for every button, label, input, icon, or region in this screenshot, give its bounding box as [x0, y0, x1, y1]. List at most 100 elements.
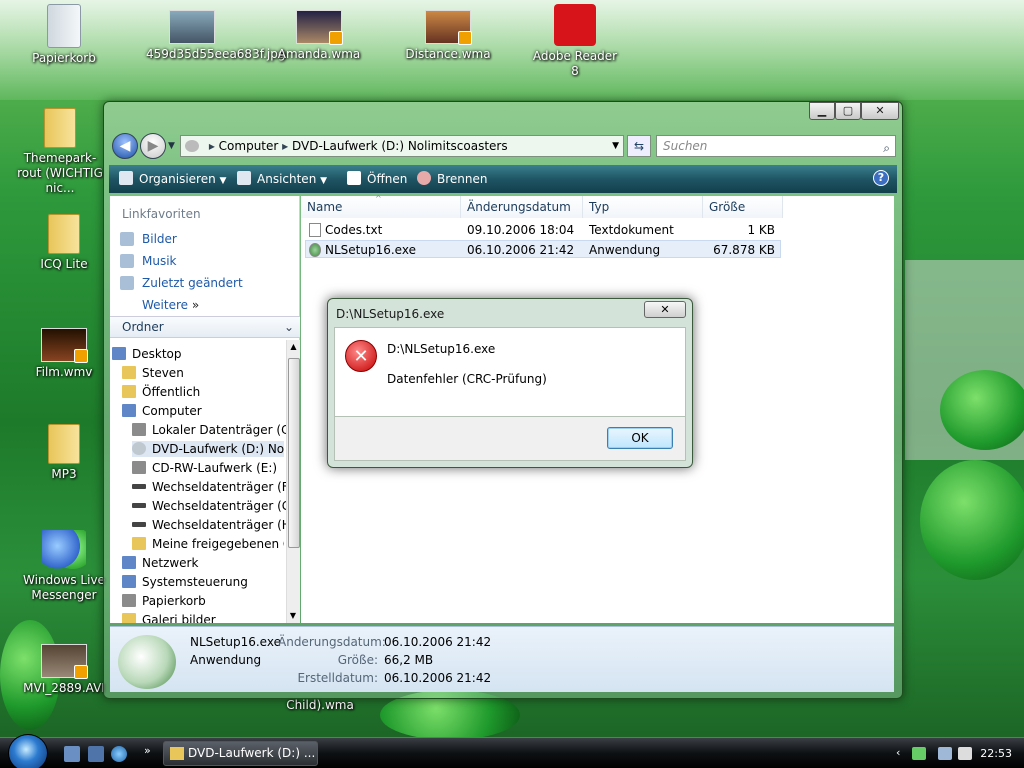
column-header-name[interactable]: Name ^ [301, 194, 461, 218]
maximize-button[interactable]: ▢ [835, 102, 861, 120]
image-thumbnail-icon [169, 10, 215, 44]
desktop-icon-label: Amanda.wma [277, 47, 361, 61]
folder-icon [48, 424, 80, 464]
tree-item-shared[interactable]: Meine freigegebenen Or [132, 536, 284, 552]
desktop-icon-mp3[interactable]: MP3 [19, 424, 109, 482]
forward-button[interactable]: ▶ [140, 133, 166, 159]
burn-button[interactable]: Brennen [417, 171, 487, 186]
column-header-label: Änderungsdatum [467, 200, 571, 214]
taskbar-button-explorer[interactable]: DVD-Laufwerk (D:) ... [163, 741, 318, 766]
background-creature [920, 460, 1024, 580]
clock[interactable]: 22:53 [980, 747, 1012, 760]
tree-item-computer[interactable]: Computer [122, 403, 202, 419]
start-button[interactable] [8, 734, 48, 768]
safely-remove-icon[interactable] [912, 747, 926, 760]
computer-icon [185, 140, 199, 152]
tree-item-netzwerk[interactable]: Netzwerk [122, 555, 198, 571]
fav-link-label: Musik [142, 254, 177, 268]
tree-item-drive-h[interactable]: Wechseldatenträger (H:) [132, 517, 300, 533]
desktop-icon-distance[interactable]: Distance.wma [403, 4, 493, 62]
organize-icon [119, 171, 133, 185]
recent-pages-dropdown[interactable]: ▼ [168, 141, 175, 151]
file-row[interactable]: NLSetup16.exe 06.10.2006 21:42 Anwendung… [305, 240, 781, 258]
quick-launch-expand-icon[interactable]: » [144, 744, 151, 757]
tree-item-label: Steven [142, 366, 184, 380]
folder-icon [44, 108, 76, 148]
desktop-icon-child-wma[interactable]: Child).wma [275, 698, 365, 713]
search-input[interactable]: Suchen ⌕ [656, 135, 896, 157]
views-button[interactable]: Ansichten ▼ [237, 171, 327, 186]
desktop-icon-jpg[interactable]: 459d35d55eea683f.jpg [146, 4, 285, 62]
breadcrumb-dvd-drive[interactable]: DVD-Laufwerk (D:) Nolimitscoasters [292, 139, 508, 153]
tree-item-galeri[interactable]: Galeri bilder [122, 612, 216, 623]
removable-drive-icon [132, 484, 146, 489]
desktop-icon-amanda[interactable]: Amanda.wma [274, 4, 364, 62]
address-dropdown-icon[interactable]: ▼ [612, 136, 619, 156]
dialog-close-button[interactable]: ✕ [644, 301, 686, 318]
fav-link-weitere[interactable]: Weitere » [142, 298, 199, 312]
scroll-up-arrow-icon[interactable]: ▲ [287, 340, 300, 354]
network-status-icon[interactable] [938, 747, 952, 760]
address-bar[interactable]: ▸ Computer ▸ DVD-Laufwerk (D:) Nolimitsc… [180, 135, 624, 157]
file-name-cell: Codes.txt [309, 221, 382, 239]
internet-explorer-icon[interactable] [111, 746, 127, 762]
details-size: 66,2 MB [384, 653, 434, 667]
file-name: NLSetup16.exe [325, 243, 416, 257]
file-name-cell: NLSetup16.exe [309, 241, 416, 259]
desktop-icon-messenger[interactable]: Windows Live Messenger [19, 530, 109, 603]
fav-link-label: Bilder [142, 232, 177, 246]
file-row[interactable]: Codes.txt 09.10.2006 18:04 Textdokument … [305, 221, 781, 239]
desktop-icon-mvi[interactable]: MVI_2889.AVI [19, 638, 109, 696]
details-created: 06.10.2006 21:42 [384, 671, 492, 685]
tree-item-systemsteuerung[interactable]: Systemsteuerung [122, 574, 248, 590]
file-size: 1 KB [747, 223, 775, 237]
tree-item-papierkorb[interactable]: Papierkorb [122, 593, 206, 609]
back-button[interactable]: ◀ [112, 133, 138, 159]
column-header-size[interactable]: Größe [703, 196, 783, 218]
tree-item-drive-g[interactable]: Wechseldatenträger (G:) [132, 498, 300, 514]
column-header-date[interactable]: Änderungsdatum [461, 196, 583, 218]
scroll-down-arrow-icon[interactable]: ▼ [287, 609, 299, 623]
desktop-icon-themepark[interactable]: Themepark-rout (WICHTIG nic... [15, 108, 105, 196]
tree-item-desktop[interactable]: Desktop [112, 346, 182, 362]
switch-windows-icon[interactable] [88, 746, 104, 762]
scrollbar-thumb[interactable] [288, 358, 300, 548]
fav-link-label: Weitere [142, 298, 189, 312]
nolimits-setup-icon [118, 635, 176, 689]
tree-item-steven[interactable]: Steven [122, 365, 184, 381]
desktop-icon-label: Adobe Reader 8 [532, 49, 618, 78]
error-dialog: D:\NLSetup16.exe ✕ ✕ D:\NLSetup16.exe Da… [327, 298, 693, 468]
open-button[interactable]: Öffnen [347, 171, 407, 186]
show-desktop-icon[interactable] [64, 746, 80, 762]
tree-item-drive-c[interactable]: Lokaler Datenträger (C:) [132, 422, 298, 438]
search-icon[interactable]: ⌕ [883, 138, 890, 158]
desktop-icon-icq[interactable]: ICQ Lite [19, 214, 109, 272]
help-button[interactable]: ? [873, 170, 889, 186]
column-header-type[interactable]: Typ [583, 196, 703, 218]
breadcrumb-computer[interactable]: Computer [219, 139, 279, 153]
volume-icon[interactable] [958, 747, 972, 760]
desktop-icon-adobe-reader[interactable]: Adobe Reader 8 [530, 4, 620, 79]
close-button[interactable]: ✕ [861, 102, 899, 120]
tree-scrollbar[interactable]: ▲ ▼ [286, 340, 300, 623]
tree-item-label: Wechseldatenträger (F:) [152, 480, 297, 494]
folders-header[interactable]: Ordner ⌄ [110, 316, 300, 338]
fav-link-zuletzt[interactable]: Zuletzt geändert [120, 276, 243, 290]
tree-item-label: Desktop [132, 347, 182, 361]
tree-item-drive-e[interactable]: CD-RW-Laufwerk (E:) [132, 460, 277, 476]
organize-button[interactable]: Organisieren ▼ [119, 171, 226, 186]
folder-icon [122, 385, 136, 398]
tray-expand-icon[interactable]: ‹ [896, 746, 900, 759]
refresh-button[interactable]: ⇆ [627, 135, 651, 157]
fav-link-bilder[interactable]: Bilder [120, 232, 177, 246]
desktop-icon-papierkorb[interactable]: Papierkorb [19, 4, 109, 66]
tree-item-drive-f[interactable]: Wechseldatenträger (F:) [132, 479, 297, 495]
fav-link-musik[interactable]: Musik [120, 254, 177, 268]
desktop-icon-film[interactable]: Film.wmv [19, 322, 109, 380]
minimize-button[interactable]: ▁ [809, 102, 835, 120]
tree-item-drive-d[interactable]: DVD-Laufwerk (D:) Nolim [132, 441, 284, 457]
views-icon [237, 171, 251, 185]
ok-button[interactable]: OK [607, 427, 673, 449]
tree-item-oeffentlich[interactable]: Öffentlich [122, 384, 200, 400]
tree-item-label: CD-RW-Laufwerk (E:) [152, 461, 278, 475]
